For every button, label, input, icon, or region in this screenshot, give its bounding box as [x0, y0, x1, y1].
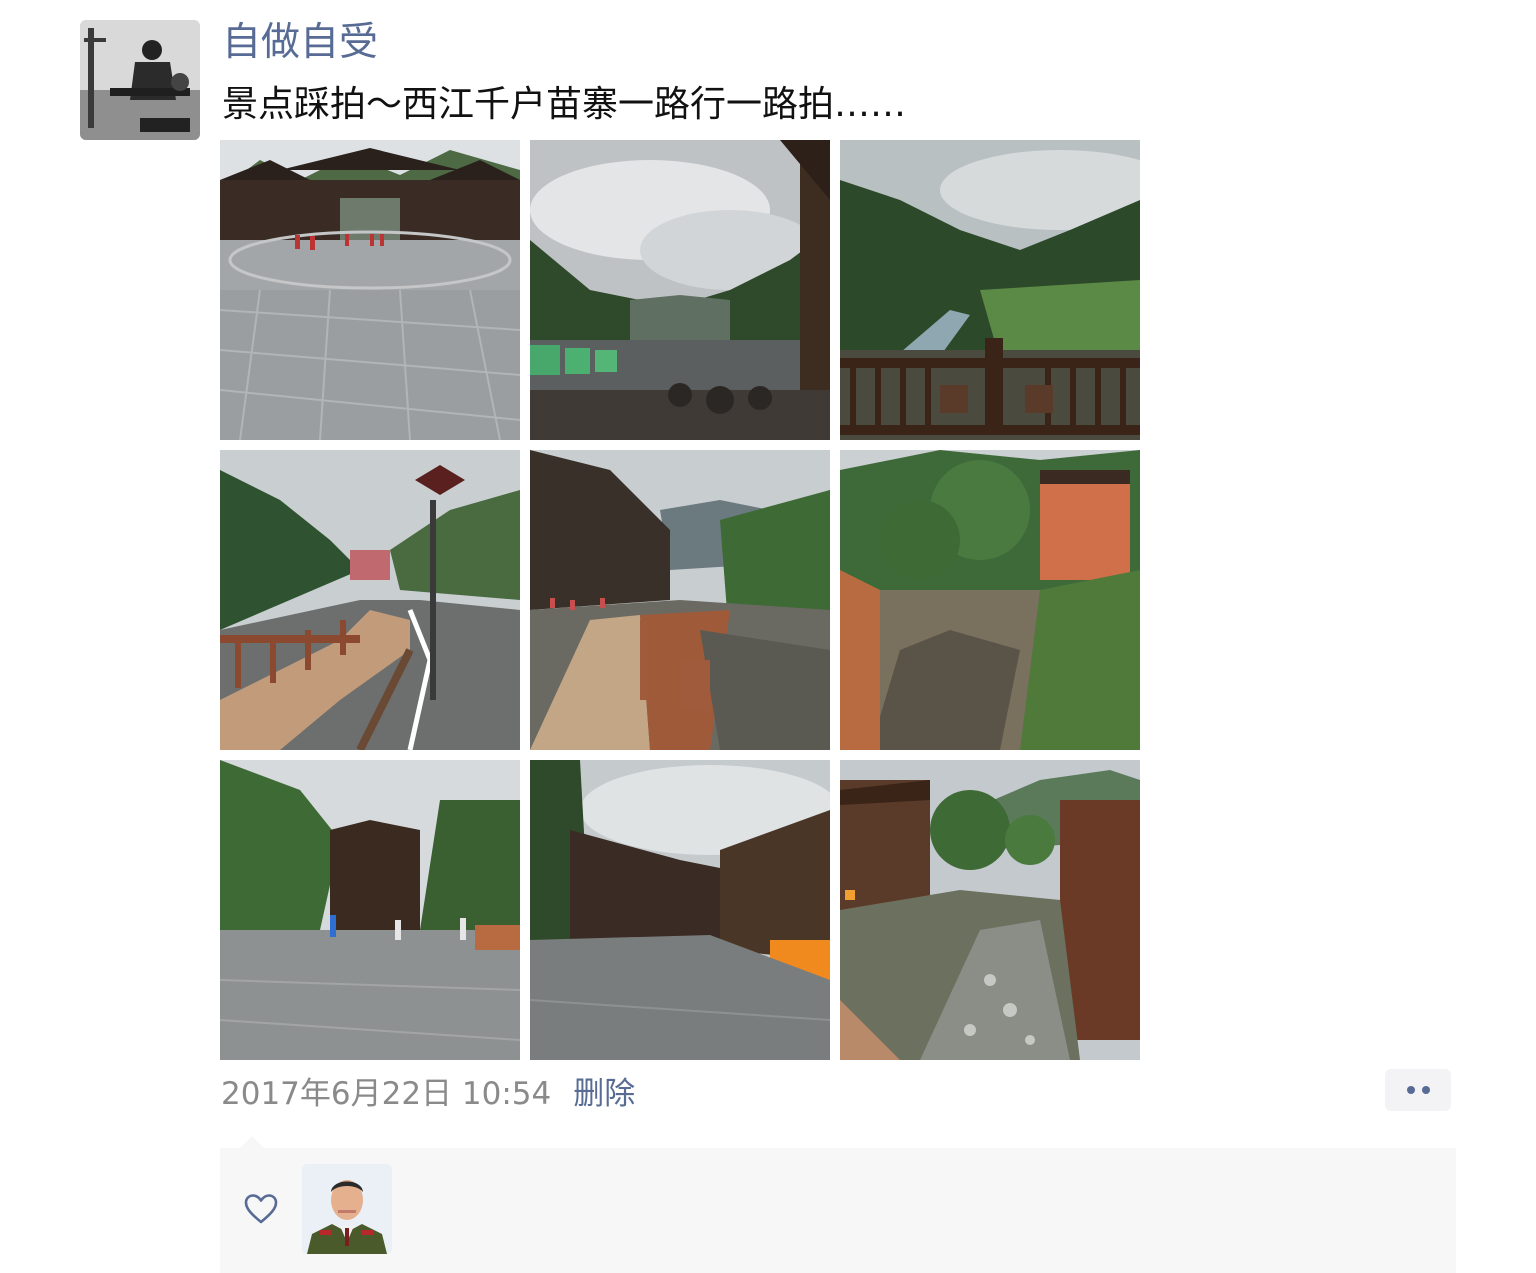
photo-9[interactable] — [840, 760, 1140, 1060]
photo-8[interactable] — [530, 760, 830, 1060]
photo-3[interactable] — [840, 140, 1140, 440]
author-avatar-image — [80, 20, 200, 140]
photo-6[interactable] — [840, 450, 1140, 750]
like-heart-icon — [244, 1194, 278, 1224]
photo-4[interactable] — [220, 450, 520, 750]
liker-avatar[interactable] — [302, 1164, 392, 1254]
more-dots-icon — [1406, 1086, 1415, 1094]
author-avatar[interactable] — [80, 20, 200, 140]
photo-2[interactable] — [530, 140, 830, 440]
photo-grid — [220, 140, 1140, 1060]
post-timestamp: 2017年6月22日 10:54 — [221, 1075, 552, 1112]
author-name[interactable]: 自做自受 — [222, 18, 378, 68]
likes-panel — [220, 1148, 1456, 1273]
delete-link[interactable]: 删除 — [573, 1068, 635, 1113]
likes-panel-caret — [240, 1136, 264, 1148]
more-button[interactable] — [1385, 1069, 1451, 1111]
post-meta: 2017年6月22日 10:54 删除 — [221, 1068, 635, 1112]
photo-1[interactable] — [220, 140, 520, 440]
photo-7[interactable] — [220, 760, 520, 1060]
more-dots-icon — [1421, 1086, 1430, 1094]
photo-5[interactable] — [530, 450, 830, 750]
post-text: 景点踩拍～西江千户苗寨一路行一路拍…… — [222, 84, 907, 125]
